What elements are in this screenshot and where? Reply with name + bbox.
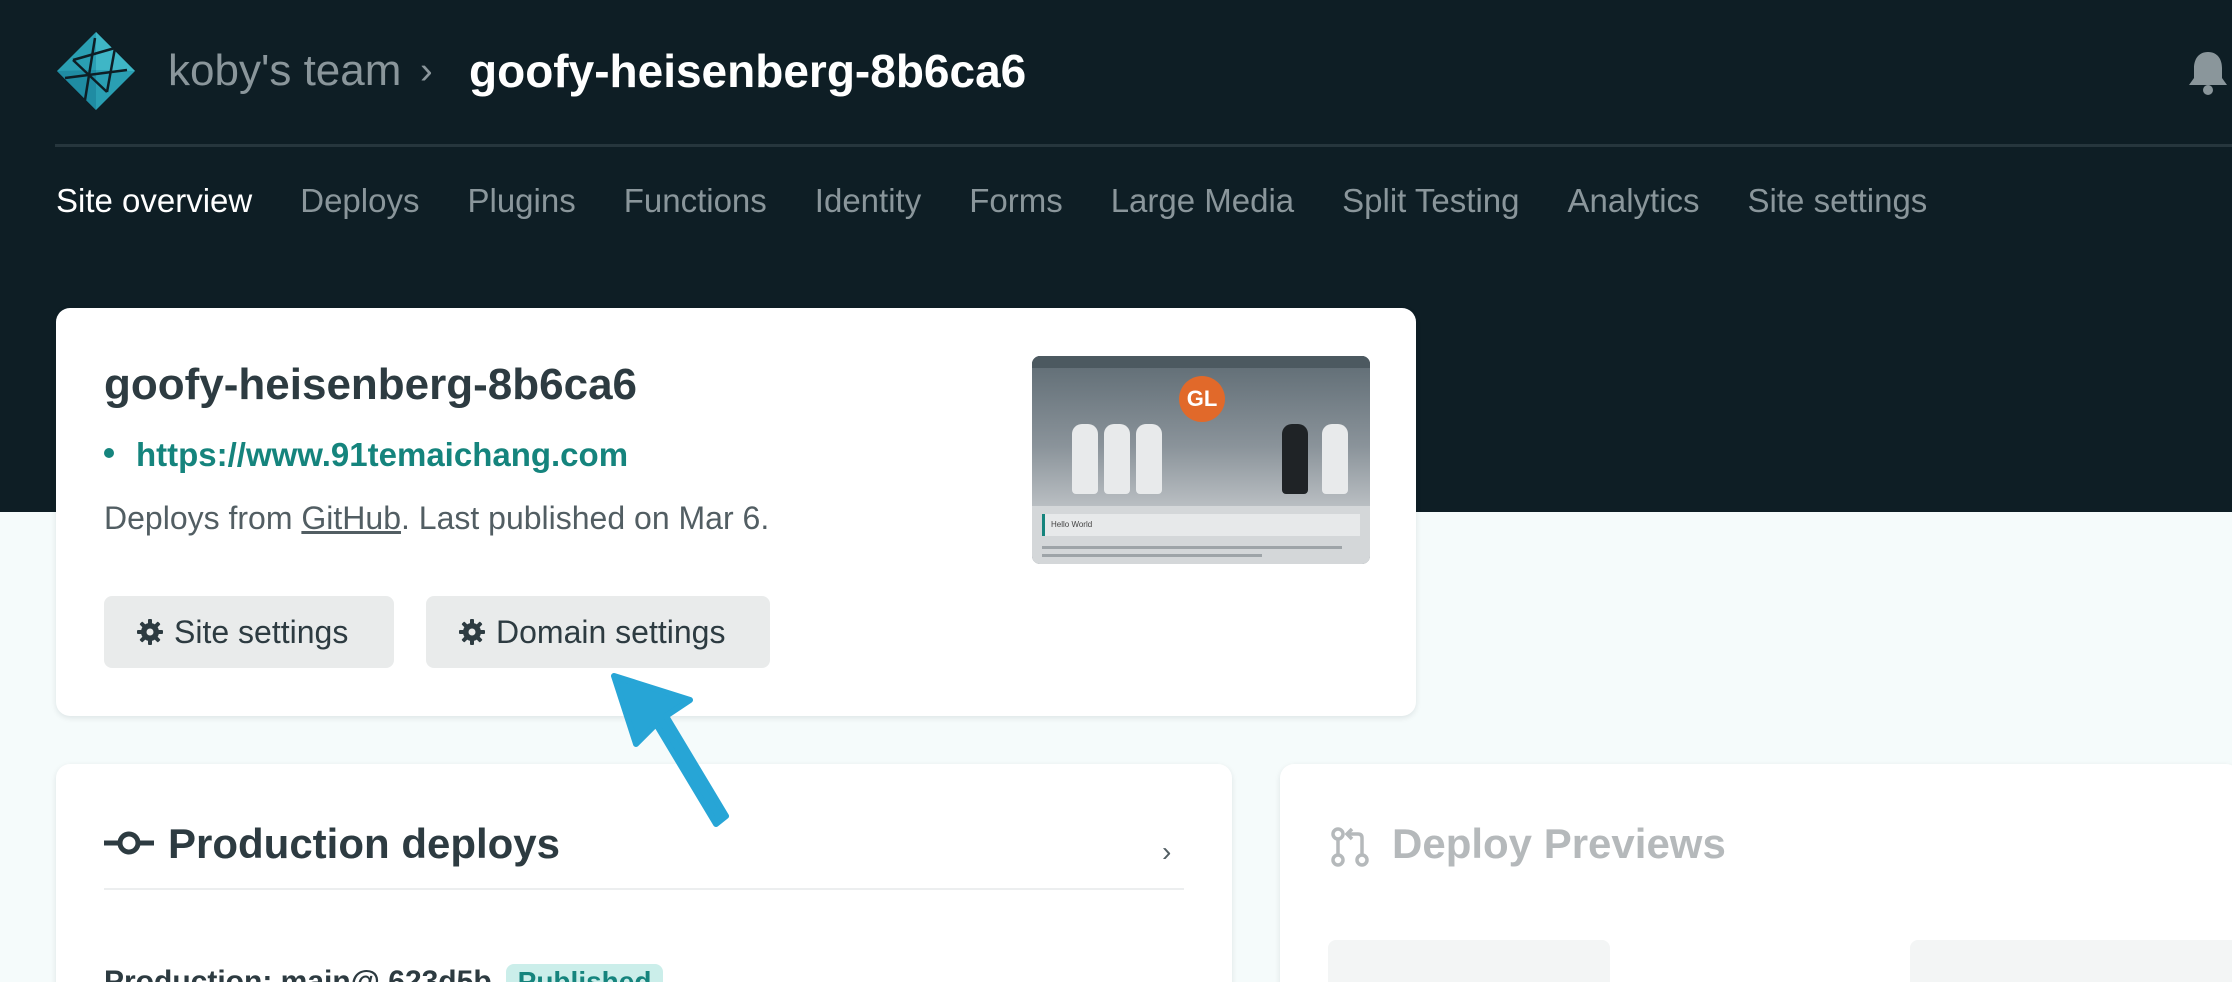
loading-placeholder [1910, 940, 2232, 982]
tab-large-media[interactable]: Large Media [1111, 182, 1294, 220]
production-deploys-title: Production deploys [168, 820, 561, 867]
site-url-row: https://www.91temaichang.com [104, 436, 628, 474]
tab-split-testing[interactable]: Split Testing [1342, 182, 1519, 220]
site-overview-card: goofy-heisenberg-8b6ca6 https://www.91te… [56, 308, 1416, 716]
site-settings-button[interactable]: Site settings [104, 596, 394, 668]
preview-figure [1282, 424, 1308, 494]
github-link[interactable]: GitHub [301, 500, 401, 536]
tab-site-overview[interactable]: Site overview [56, 182, 252, 220]
tab-site-settings[interactable]: Site settings [1748, 182, 1928, 220]
site-url-link[interactable]: https://www.91temaichang.com [136, 436, 628, 473]
tab-functions[interactable]: Functions [624, 182, 767, 220]
preview-figure [1104, 424, 1130, 494]
annotation-arrow-icon [611, 673, 729, 827]
site-settings-label: Site settings [174, 613, 349, 650]
deploy-previews-title: Deploy Previews [1392, 820, 1726, 867]
preview-hello-text: Hello World [1042, 514, 1360, 536]
preview-avatar: GL [1179, 376, 1225, 422]
preview-text-line [1042, 554, 1262, 557]
card-divider [104, 888, 1184, 890]
preview-figure [1136, 424, 1162, 494]
deploy-previews-card: Deploy Previews [1280, 764, 2232, 982]
preview-figure [1322, 424, 1348, 494]
tab-analytics[interactable]: Analytics [1567, 182, 1699, 220]
tab-forms[interactable]: Forms [969, 182, 1063, 220]
preview-topbar [1032, 356, 1370, 368]
pull-request-icon [1331, 827, 1369, 867]
domain-settings-label: Domain settings [496, 613, 726, 650]
site-title: goofy-heisenberg-8b6ca6 [104, 360, 638, 409]
deploy-suffix: . Last published on Mar 6. [400, 500, 770, 536]
notification-bell-icon[interactable] [2186, 48, 2230, 96]
tab-plugins[interactable]: Plugins [467, 182, 575, 220]
breadcrumb-separator: › [420, 50, 433, 92]
top-bar: koby's team › goofy-heisenberg-8b6ca6 [0, 0, 2232, 147]
site-nav: Site overview Deploys Plugins Functions … [56, 182, 1927, 220]
site-breadcrumb-title[interactable]: goofy-heisenberg-8b6ca6 [469, 44, 1026, 98]
domain-settings-button[interactable]: Domain settings [426, 596, 770, 668]
tab-deploys[interactable]: Deploys [300, 182, 419, 220]
commit-icon [104, 831, 154, 855]
status-badge: Published [505, 964, 664, 982]
preview-figure [1072, 424, 1098, 494]
site-preview-thumbnail[interactable]: GL Hello World [1032, 356, 1370, 564]
gear-icon [137, 619, 163, 645]
preview-text-line [1042, 546, 1342, 549]
chevron-right-icon[interactable]: › [1162, 836, 1171, 868]
bullet-icon [104, 448, 114, 459]
deploy-ref: Production: main@ 623d5b [104, 965, 492, 982]
deploy-prefix: Deploys from [104, 500, 302, 536]
deploy-status-text: Deploys from GitHub. Last published on M… [104, 500, 769, 537]
production-deploy-row[interactable]: Production: main@ 623d5b Published [104, 964, 664, 982]
loading-placeholder [1328, 940, 1610, 982]
header-divider [55, 144, 2232, 147]
gear-icon [459, 619, 485, 645]
team-breadcrumb-link[interactable]: koby's team [168, 46, 401, 96]
netlify-logo-icon[interactable] [55, 30, 137, 112]
tab-identity[interactable]: Identity [815, 182, 921, 220]
